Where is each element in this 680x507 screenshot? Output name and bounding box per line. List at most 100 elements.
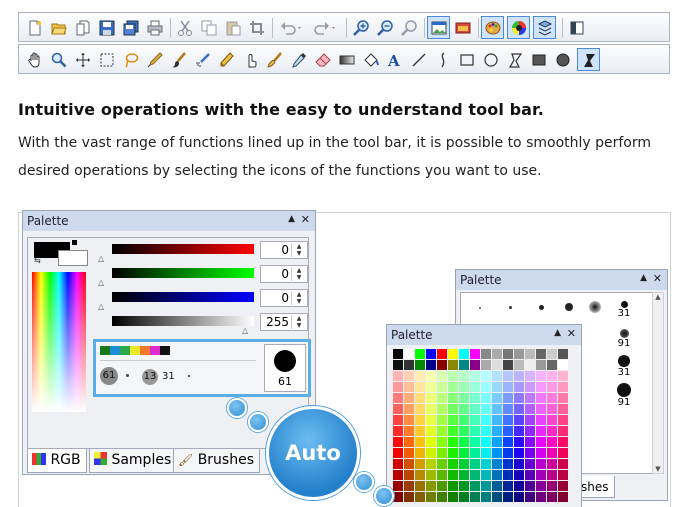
color-swatch[interactable] [536, 481, 546, 491]
color-swatch[interactable] [470, 492, 480, 502]
color-swatch[interactable] [492, 415, 502, 425]
color-swatch[interactable] [459, 360, 469, 370]
color-swatch[interactable] [459, 371, 469, 381]
color-swatch[interactable] [426, 404, 436, 414]
color-swatch[interactable] [558, 481, 568, 491]
color-swatch[interactable] [492, 448, 502, 458]
color-swatch[interactable] [558, 349, 568, 359]
color-swatch[interactable] [547, 459, 557, 469]
color-swatch[interactable] [547, 349, 557, 359]
color-swatch[interactable] [536, 470, 546, 480]
color-swatch[interactable] [459, 382, 469, 392]
color-swatch[interactable] [514, 404, 524, 414]
color-wheel-icon[interactable] [507, 16, 530, 39]
color-swatch[interactable] [404, 382, 414, 392]
color-swatch[interactable] [437, 426, 447, 436]
color-swatch[interactable] [481, 349, 491, 359]
color-swatch[interactable] [426, 481, 436, 491]
color-swatch[interactable] [547, 426, 557, 436]
color-swatch[interactable] [547, 404, 557, 414]
blue-slider-handle[interactable]: △ [98, 302, 104, 311]
color-swatch[interactable] [404, 371, 414, 381]
color-swatch[interactable] [426, 470, 436, 480]
color-swatch[interactable] [448, 437, 458, 447]
color-swatch[interactable] [503, 448, 513, 458]
pin-icon[interactable]: ▲ [288, 214, 295, 224]
duplicate-icon[interactable] [73, 18, 93, 38]
color-swatch[interactable] [503, 371, 513, 381]
color-swatch[interactable] [525, 481, 535, 491]
brush-dot[interactable] [565, 303, 573, 311]
pin-icon[interactable]: ▲ [640, 273, 647, 283]
color-swatch[interactable] [404, 426, 414, 436]
color-swatch[interactable] [514, 360, 524, 370]
color-swatch[interactable] [415, 360, 425, 370]
new-file-icon[interactable] [25, 18, 45, 38]
color-swatch[interactable] [547, 470, 557, 480]
color-swatch[interactable] [492, 481, 502, 491]
color-swatch[interactable] [514, 349, 524, 359]
ellipse-icon[interactable] [481, 50, 501, 70]
color-swatch[interactable] [525, 437, 535, 447]
color-swatch[interactable] [525, 382, 535, 392]
color-swatch[interactable] [470, 415, 480, 425]
color-swatch[interactable] [459, 393, 469, 403]
color-swatch[interactable] [481, 415, 491, 425]
color-swatch[interactable] [393, 459, 403, 469]
color-swatch[interactable] [393, 393, 403, 403]
color-swatch[interactable] [470, 481, 480, 491]
color-swatch[interactable] [404, 404, 414, 414]
color-swatch[interactable] [393, 470, 403, 480]
red-slider-handle[interactable]: △ [98, 254, 104, 263]
color-swatch[interactable] [514, 448, 524, 458]
red-spin-arrows[interactable]: ▲ ▼ [291, 243, 306, 257]
curve-icon[interactable] [433, 50, 453, 70]
color-swatch[interactable] [470, 360, 480, 370]
color-swatch[interactable] [470, 459, 480, 469]
color-swatch[interactable] [558, 448, 568, 458]
color-swatch[interactable] [437, 492, 447, 502]
move-icon[interactable] [73, 50, 93, 70]
color-swatch[interactable] [415, 393, 425, 403]
color-swatch[interactable] [481, 360, 491, 370]
color-swatch[interactable] [525, 371, 535, 381]
color-swatch[interactable] [426, 459, 436, 469]
panel-toggle-icon[interactable] [567, 18, 587, 38]
color-swatch[interactable] [426, 371, 436, 381]
background-swatch[interactable] [58, 250, 88, 266]
color-swatch[interactable] [547, 492, 557, 502]
color-swatch[interactable] [404, 459, 414, 469]
color-swatch[interactable] [415, 448, 425, 458]
color-swatch[interactable] [503, 426, 513, 436]
color-swatch[interactable] [470, 349, 480, 359]
color-swatch[interactable] [448, 470, 458, 480]
color-swatch[interactable] [514, 459, 524, 469]
palette-icon[interactable] [481, 16, 504, 39]
color-swatch[interactable] [437, 393, 447, 403]
recent-color-swatch[interactable] [110, 346, 120, 355]
color-spectrum[interactable] [32, 272, 86, 412]
recent-color-swatch[interactable] [150, 346, 160, 355]
color-swatch[interactable] [492, 492, 502, 502]
color-swatch[interactable] [536, 349, 546, 359]
brush-soft[interactable] [589, 301, 601, 313]
gradient-icon[interactable] [337, 50, 357, 70]
color-swatch[interactable] [525, 360, 535, 370]
brush-dot[interactable] [509, 306, 512, 309]
color-swatch[interactable] [437, 349, 447, 359]
color-swatch[interactable] [525, 349, 535, 359]
color-swatch[interactable] [393, 492, 403, 502]
color-swatch[interactable] [514, 382, 524, 392]
color-swatch[interactable] [503, 459, 513, 469]
save-all-icon[interactable] [121, 18, 141, 38]
color-swatch[interactable] [448, 382, 458, 392]
close-icon[interactable]: ✕ [301, 213, 310, 226]
blue-slider[interactable] [112, 292, 254, 302]
color-swatch[interactable] [481, 371, 491, 381]
color-swatch[interactable] [514, 426, 524, 436]
magnifier-icon[interactable] [49, 50, 69, 70]
color-swatch[interactable] [536, 393, 546, 403]
color-swatch[interactable] [492, 404, 502, 414]
paste-icon[interactable] [223, 18, 243, 38]
brush-dot[interactable] [126, 374, 129, 377]
